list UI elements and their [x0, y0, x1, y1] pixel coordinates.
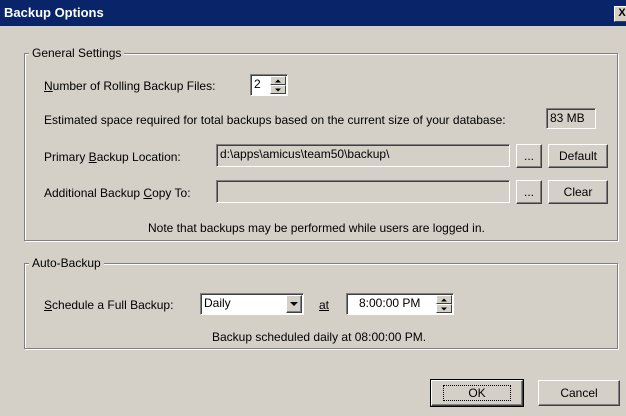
schedule-status: Backup scheduled daily at 08:00:00 PM. [212, 330, 427, 344]
spin-down-button[interactable] [270, 85, 286, 94]
schedule-label: Schedule a Full Backup: [44, 298, 174, 312]
primary-browse-button[interactable]: ... [516, 144, 542, 168]
ok-button[interactable]: OK [430, 379, 524, 407]
at-label: at [319, 298, 330, 312]
arrow-up-icon [275, 79, 281, 82]
time-spinner[interactable] [436, 295, 452, 313]
primary-location-label: Primary Backup Location: [44, 150, 181, 164]
rolling-files-label: Number of Rolling Backup Files: [44, 79, 216, 93]
logged-in-note: Note that backups may be performed while… [148, 221, 485, 235]
arrow-down-icon [275, 88, 281, 91]
estimate-label: Estimated space required for total backu… [44, 113, 506, 127]
arrow-down-icon [441, 307, 447, 310]
window-title: Backup Options [4, 5, 104, 20]
rolling-files-spinner[interactable] [270, 76, 286, 94]
close-button[interactable]: X [614, 6, 626, 22]
additional-copy-label: Additional Backup Copy To: [44, 186, 191, 200]
estimate-value: 83 MB [546, 108, 596, 129]
auto-backup-legend: Auto-Backup [29, 256, 104, 270]
default-button[interactable]: Default [548, 144, 608, 168]
ok-label: OK [443, 385, 511, 401]
cancel-button[interactable]: Cancel [538, 380, 620, 406]
time-down-button[interactable] [436, 304, 452, 313]
additional-browse-button[interactable]: ... [516, 180, 542, 204]
general-settings-legend: General Settings [29, 46, 125, 60]
additional-copy-input[interactable] [216, 180, 510, 203]
clear-button[interactable]: Clear [548, 180, 608, 204]
arrow-up-icon [441, 298, 447, 301]
close-icon: X [618, 7, 626, 19]
primary-location-input[interactable]: d:\apps\amicus\team50\backup\ [216, 144, 510, 167]
schedule-dropdown-button[interactable] [286, 295, 302, 313]
chevron-down-icon [290, 302, 298, 306]
spin-up-button[interactable] [270, 76, 286, 85]
time-up-button[interactable] [436, 295, 452, 304]
